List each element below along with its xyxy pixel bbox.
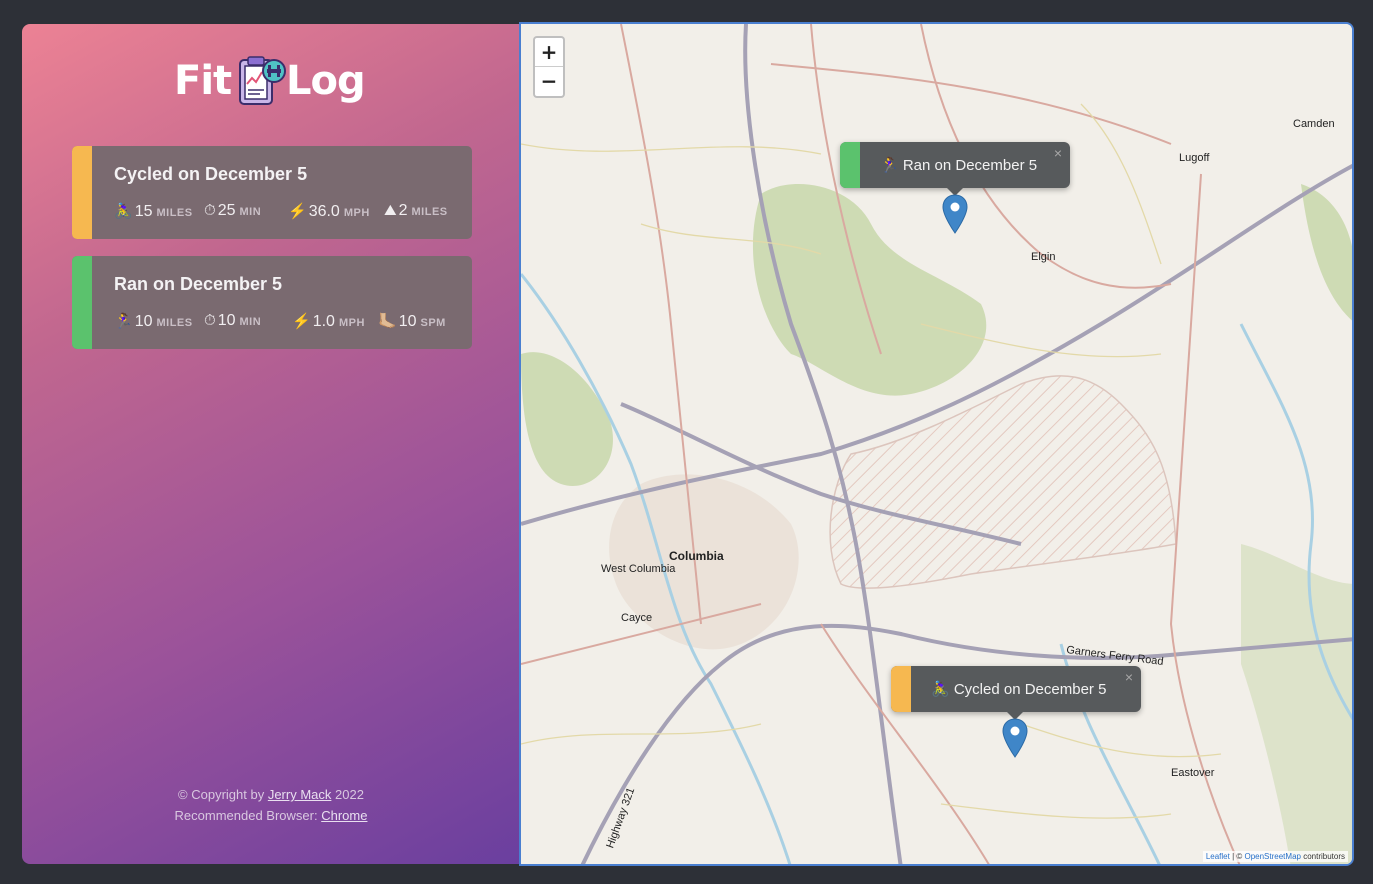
duration-unit: MIN	[239, 316, 262, 328]
attribution-suffix: contributors	[1300, 852, 1345, 861]
place-label: Columbia	[669, 549, 724, 563]
cyclist-icon: 🚴‍♀️	[114, 203, 133, 220]
runner-icon: 🏃‍♀️	[114, 313, 133, 330]
place-label: Camden	[1293, 118, 1335, 130]
workout-card-running[interactable]: Ran on December 5 🏃‍♀️ 10 MILES ⏱ 10 MIN ⚡️ 1…	[72, 256, 472, 349]
copyright-line: © Copyright by Jerry Mack 2022	[22, 784, 520, 805]
browser-link[interactable]: Chrome	[321, 808, 367, 823]
distance-value: 15	[134, 203, 153, 220]
browser-line: Recommended Browser: Chrome	[22, 805, 520, 826]
map-marker-icon[interactable]	[942, 194, 968, 234]
cadence-detail: 🦶🏼 10 SPM	[378, 312, 446, 331]
distance-unit: MILES	[156, 317, 193, 329]
copyright-year: 2022	[331, 787, 364, 802]
logo-text-log: Log	[286, 58, 366, 104]
distance-detail: 🚴‍♀️ 15 MILES	[114, 202, 193, 221]
stopwatch-icon: ⏱	[204, 312, 216, 329]
workout-title: Ran on December 5	[114, 274, 283, 294]
mountain-icon: ⛰	[384, 202, 397, 219]
copyright-prefix: © Copyright by	[178, 787, 268, 802]
lightning-icon: ⚡️	[292, 313, 311, 330]
speed-unit: MPH	[343, 207, 370, 219]
popup-text: 🚴‍♀️ Cycled on December 5	[931, 681, 1107, 698]
elevation-unit: MILES	[411, 206, 448, 218]
footer: © Copyright by Jerry Mack 2022 Recommend…	[22, 784, 520, 826]
duration-detail: ⏱ 25 MIN	[204, 202, 261, 220]
duration-value: 25	[217, 202, 236, 219]
place-label: Elgin	[1031, 251, 1056, 263]
leaflet-link[interactable]: Leaflet	[1206, 852, 1230, 861]
map-attribution: Leaflet | © OpenStreetMap contributors	[1202, 851, 1348, 862]
elevation-detail: ⛰ 2 MILES	[384, 202, 448, 220]
workout-type-stripe	[72, 256, 92, 349]
duration-unit: MIN	[239, 206, 262, 218]
sidebar: Fit Log Cycled on December 5 🚴‍♀️ 15 MILES…	[22, 24, 520, 864]
map[interactable]: Camden Lugoff Elgin Columbia West Columb…	[519, 22, 1354, 866]
distance-unit: MILES	[156, 207, 193, 219]
workout-popup-running[interactable]: 🏃‍♀️ Ran on December 5 ×	[840, 142, 1070, 196]
pace-unit: MPH	[338, 317, 365, 329]
duration-detail: ⏱ 10 MIN	[204, 312, 261, 330]
workout-title: Cycled on December 5	[114, 164, 308, 184]
place-label: Eastover	[1171, 767, 1215, 779]
map-marker-icon[interactable]	[1002, 718, 1028, 758]
cadence-unit: SPM	[420, 317, 446, 329]
logo-text-fit: Fit	[174, 58, 232, 104]
foot-icon: 🦶🏼	[378, 313, 397, 330]
attribution-separator: | ©	[1229, 852, 1245, 861]
stopwatch-icon: ⏱	[204, 202, 216, 219]
pace-detail: ⚡️ 1.0 MPH	[292, 312, 365, 331]
popup-close-button[interactable]: ×	[1054, 145, 1062, 161]
author-link[interactable]: Jerry Mack	[268, 787, 332, 802]
place-label: Cayce	[621, 612, 653, 624]
app: Fit Log Cycled on December 5 🚴‍♀️ 15 MILES…	[22, 22, 1354, 866]
logo: Fit Log	[174, 54, 370, 110]
popup-type-stripe	[891, 666, 911, 712]
cadence-value: 10	[398, 313, 417, 330]
zoom-out-button[interactable]: −	[535, 67, 563, 96]
workout-popup-cycling[interactable]: 🚴‍♀️ Cycled on December 5 ×	[891, 666, 1141, 720]
distance-value: 10	[134, 313, 153, 330]
popup-type-stripe	[840, 142, 860, 188]
place-label: Lugoff	[1179, 152, 1210, 164]
duration-value: 10	[217, 312, 236, 329]
popup-text: 🏃‍♀️ Ran on December 5	[880, 157, 1038, 174]
speed-value: 36.0	[308, 203, 340, 220]
workout-card-cycling[interactable]: Cycled on December 5 🚴‍♀️ 15 MILES ⏱ 25 MIN …	[72, 146, 472, 239]
pace-value: 1.0	[312, 313, 335, 330]
zoom-control: + −	[533, 36, 565, 98]
zoom-in-button[interactable]: +	[535, 38, 563, 67]
popup-close-button[interactable]: ×	[1125, 669, 1133, 685]
speed-detail: ⚡️ 36.0 MPH	[288, 202, 370, 221]
distance-detail: 🏃‍♀️ 10 MILES	[114, 312, 193, 331]
workout-type-stripe	[72, 146, 92, 239]
browser-prefix: Recommended Browser:	[174, 808, 322, 823]
osm-link[interactable]: OpenStreetMap	[1244, 852, 1300, 861]
place-label: West Columbia	[601, 563, 676, 575]
elevation-value: 2	[398, 202, 408, 219]
clipboard-dumbbell-icon	[239, 56, 286, 105]
lightning-icon: ⚡️	[288, 203, 307, 220]
